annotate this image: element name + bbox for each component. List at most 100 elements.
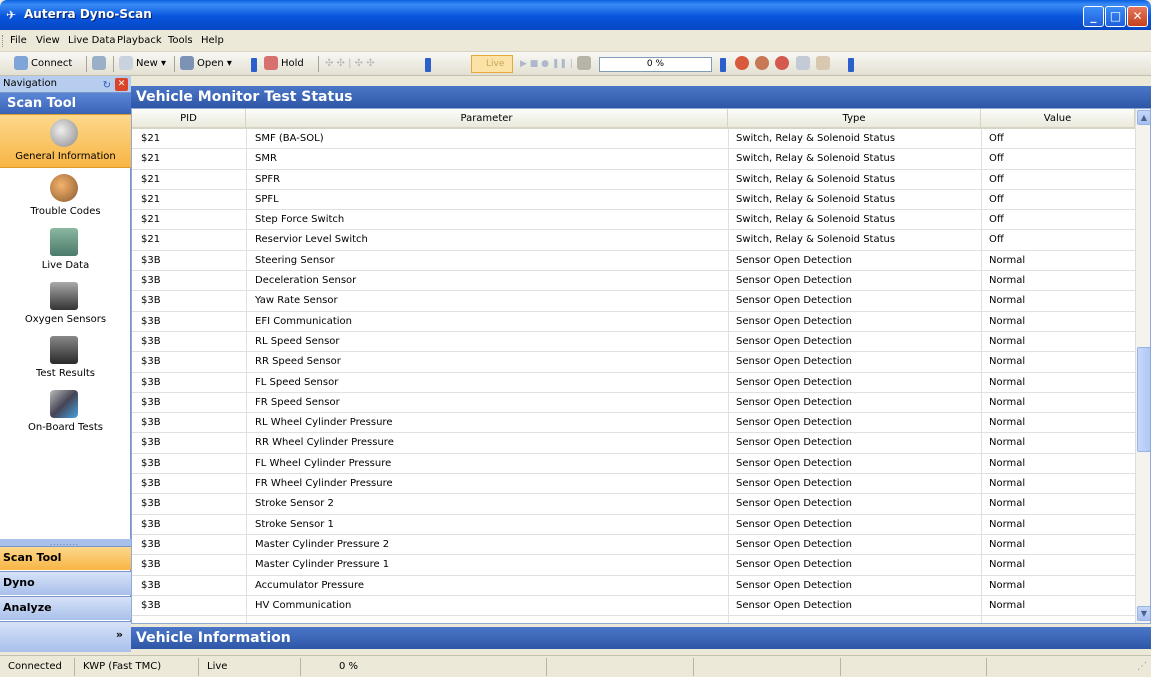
toolbar-separator — [318, 56, 319, 72]
cell-value: Normal — [989, 315, 1026, 327]
column-header-pid[interactable]: PID — [132, 109, 246, 129]
toolbar-overflow-icon[interactable] — [251, 58, 257, 72]
cell-value: Normal — [989, 356, 1026, 368]
nav-item-label: Trouble Codes — [30, 206, 101, 217]
cell-pid: $21 — [141, 133, 161, 144]
table-row[interactable]: $21 SMF (BA-SOL) Switch, Relay & Solenoid … — [132, 129, 1135, 150]
zoom-buttons[interactable]: ✣ ✣ | ✣ ✣ — [325, 55, 375, 73]
table-row[interactable]: $3B Stroke Sensor 1 Sensor Open Detection N… — [132, 515, 1135, 535]
navigation-splitter[interactable]: ......... — [0, 539, 131, 547]
nav-item-oxygen-sensors[interactable]: Oxygen Sensors — [0, 278, 131, 332]
menu-help[interactable]: Help — [201, 35, 224, 46]
menu-live-data[interactable]: Live Data — [68, 35, 115, 46]
nav-item-live-data[interactable]: Live Data — [0, 224, 131, 278]
close-pane-icon[interactable]: ✕ — [115, 78, 128, 91]
cell-type: Sensor Open Detection — [736, 417, 852, 429]
nav-item-test-results[interactable]: Test Results — [0, 332, 131, 386]
monitor-icon — [50, 228, 78, 256]
cell-type: Sensor Open Detection — [736, 538, 852, 550]
menu-view[interactable]: View — [36, 35, 60, 46]
scroll-down-icon[interactable]: ▼ — [1137, 606, 1150, 621]
table-row[interactable]: $3B Master Cylinder Pressure 1 Sensor Open… — [132, 555, 1135, 576]
cell-value: Normal — [989, 254, 1026, 266]
nav-group-analyze[interactable]: Analyze — [0, 596, 131, 620]
table-row[interactable]: $21 SPFR Switch, Relay & Solenoid Status Of… — [132, 170, 1135, 190]
cell-parameter: Stroke Sensor 2 — [255, 498, 334, 510]
menu-file[interactable]: File — [10, 35, 27, 46]
new-button[interactable]: New ▾ — [119, 55, 166, 73]
column-header-parameter[interactable]: Parameter — [246, 109, 728, 129]
toolbar-overflow-icon[interactable] — [425, 58, 431, 72]
table-row[interactable]: $21 SPFL Switch, Relay & Solenoid Status Of… — [132, 190, 1135, 211]
table-row[interactable]: $3B FR Speed Sensor Sensor Open Detection N… — [132, 393, 1135, 414]
cell-pid: $3B — [141, 599, 161, 611]
status-panel — [841, 658, 987, 676]
playback-controls[interactable]: ▶ ■ ● ❚❚ | — [520, 55, 573, 73]
nav-item-on-board-tests[interactable]: On-Board Tests — [0, 386, 131, 440]
open-label: Open ▾ — [197, 58, 232, 69]
cell-value: Normal — [989, 396, 1026, 408]
connect-label: Connect — [31, 58, 73, 69]
minimize-button[interactable]: _ — [1083, 6, 1104, 27]
cell-parameter: FR Speed Sensor — [255, 396, 340, 408]
resize-grip-icon[interactable]: ⋰ — [987, 658, 1151, 676]
open-button[interactable]: Open ▾ — [180, 55, 232, 73]
nav-expand-button[interactable]: » — [0, 621, 131, 652]
table-row[interactable]: $3B Deceleration Sensor Sensor Open Detect… — [132, 271, 1135, 292]
cell-value: Normal — [989, 559, 1026, 571]
column-header-type[interactable]: Type — [728, 109, 981, 129]
table-row[interactable]: $3B FR Wheel Cylinder Pressure Sensor Open… — [132, 474, 1135, 495]
scroll-thumb[interactable] — [1137, 347, 1150, 452]
toolbar-overflow-icon[interactable] — [720, 58, 726, 72]
menu-tools[interactable]: Tools — [168, 35, 193, 46]
navigation-title: Scan Tool — [0, 93, 131, 114]
table-row[interactable]: $3B RL Speed Sensor Sensor Open Detection N… — [132, 332, 1135, 353]
nav-group-scan-tool[interactable]: Scan Tool — [0, 546, 131, 570]
table-row[interactable]: $3B FL Speed Sensor Sensor Open Detection N… — [132, 373, 1135, 393]
tool-buttons[interactable] — [735, 55, 833, 73]
cell-type: Sensor Open Detection — [736, 275, 852, 287]
cell-value: Normal — [989, 457, 1026, 469]
table-row[interactable]: $21 Step Force Switch Switch, Relay & Sole… — [132, 210, 1135, 231]
toolbar-overflow-icon[interactable] — [848, 58, 854, 72]
live-button[interactable]: Live — [471, 55, 513, 73]
refresh-icon[interactable]: ↻ — [103, 78, 111, 94]
scroll-up-icon[interactable]: ▲ — [1137, 110, 1150, 125]
cell-type: Sensor Open Detection — [736, 396, 852, 408]
table-row[interactable]: $3B HV Communication Sensor Open Detection… — [132, 596, 1135, 617]
hold-button[interactable]: Hold — [264, 55, 304, 73]
nav-item-label: Live Data — [41, 260, 90, 271]
table-row[interactable]: $3B Accumulator Pressure Sensor Open Detec… — [132, 576, 1135, 596]
table-row[interactable]: $21 Reservior Level Switch Switch, Relay &… — [132, 230, 1135, 251]
nav-group-dyno[interactable]: Dyno — [0, 571, 131, 595]
menu-playback[interactable]: Playback — [117, 35, 162, 46]
table-row[interactable]: $3B Master Cylinder Pressure 2 Sensor Open… — [132, 535, 1135, 556]
vertical-scrollbar[interactable]: ▲ ▼ — [1135, 109, 1150, 623]
nav-item-general-information[interactable]: General Information — [0, 114, 131, 168]
column-header-value[interactable]: Value — [981, 109, 1135, 129]
record-button[interactable] — [577, 55, 594, 73]
cell-pid: $3B — [141, 498, 161, 510]
table-row[interactable]: $3B Steering Sensor Sensor Open Detection N… — [132, 251, 1135, 272]
cell-parameter: Deceleration Sensor — [255, 275, 357, 287]
table-row[interactable]: $3B Yaw Rate Sensor Sensor Open Detection N… — [132, 291, 1135, 312]
table-row[interactable]: $3B RL Wheel Cylinder Pressure Sensor Open… — [132, 413, 1135, 434]
cell-parameter: FL Speed Sensor — [255, 376, 339, 388]
cell-value: Off — [989, 214, 1004, 226]
print-button[interactable] — [92, 55, 109, 73]
table-row[interactable]: $3B RR Wheel Cylinder Pressure Sensor Open… — [132, 433, 1135, 454]
cell-parameter: Steering Sensor — [255, 254, 335, 266]
table-row[interactable]: $3B RR Speed Sensor Sensor Open Detection N… — [132, 352, 1135, 373]
cell-type: Sensor Open Detection — [736, 376, 852, 388]
table-row[interactable]: $3B FL Wheel Cylinder Pressure Sensor Open… — [132, 454, 1135, 475]
maximize-button[interactable]: □ — [1105, 6, 1126, 27]
cell-type: Sensor Open Detection — [736, 457, 852, 469]
table-row[interactable]: $21 SMR Switch, Relay & Solenoid Status Off — [132, 149, 1135, 170]
table-row[interactable]: $3B Stroke Sensor 2 Sensor Open Detection N… — [132, 494, 1135, 515]
table-row[interactable]: $3B EFI Communication Sensor Open Detectio… — [132, 312, 1135, 332]
connect-button[interactable]: Connect — [14, 55, 72, 73]
settings-icon — [815, 56, 830, 70]
nav-item-trouble-codes[interactable]: Trouble Codes — [0, 170, 131, 224]
cell-parameter: FR Wheel Cylinder Pressure — [255, 478, 393, 490]
close-button[interactable]: ✕ — [1127, 6, 1148, 27]
